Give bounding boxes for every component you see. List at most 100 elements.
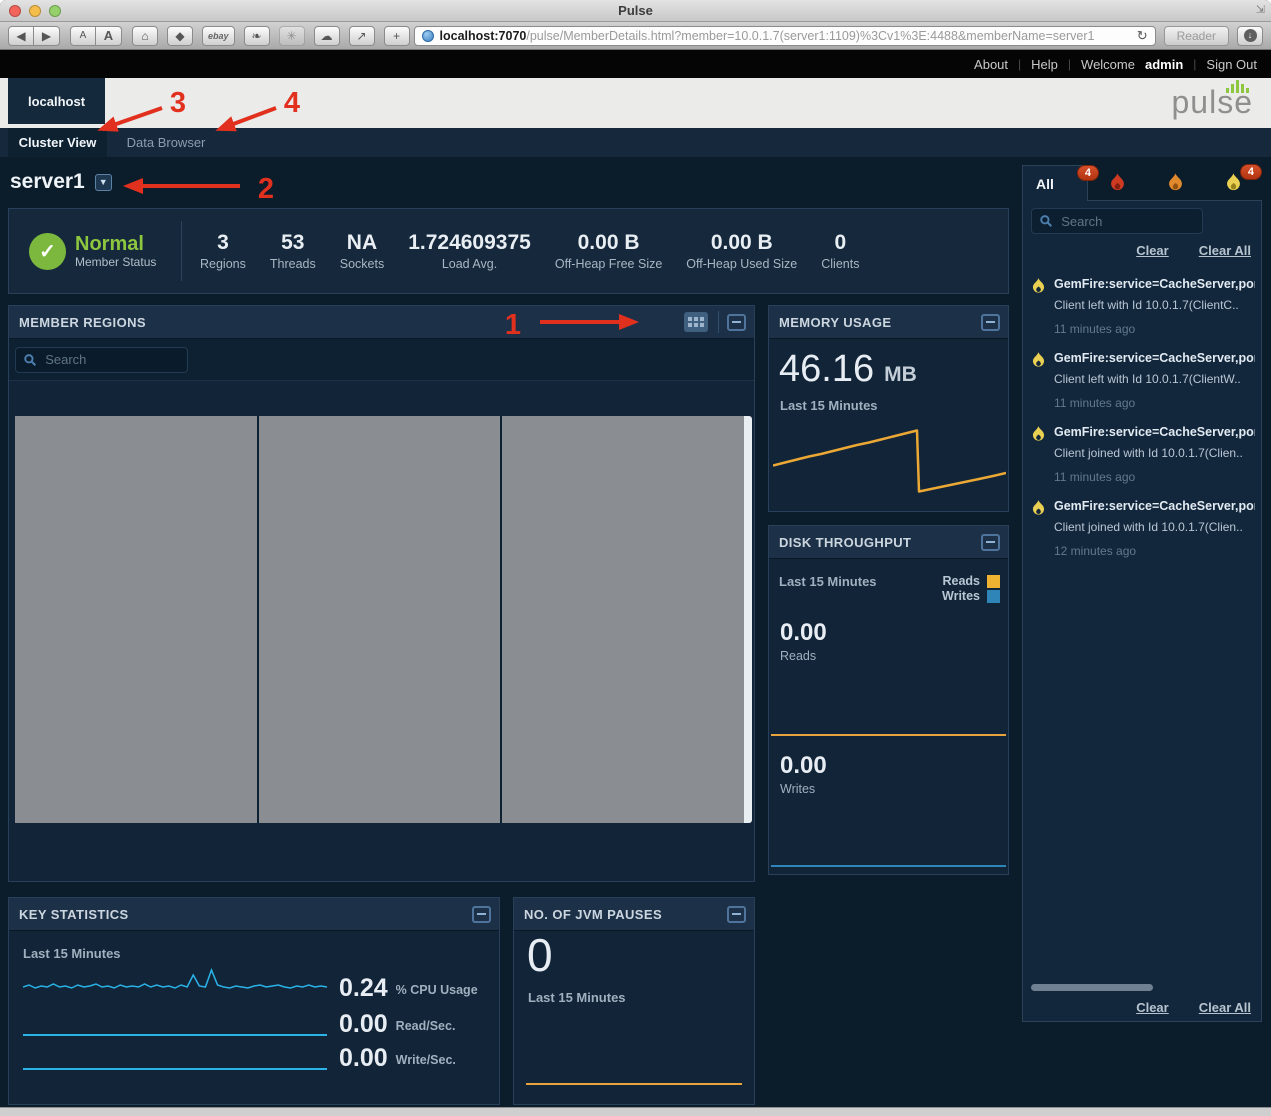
search-icon xyxy=(24,353,36,367)
app-header: About | Help | Welcome admin | Sign Out xyxy=(0,50,1271,78)
disk-writes-label: Writes xyxy=(780,782,827,796)
notification-tabs: All 4 4 xyxy=(1022,165,1262,201)
font-larger-button[interactable]: A xyxy=(96,26,122,46)
evernote-icon: ❧ xyxy=(251,29,261,43)
reads-per-sec-label: Read/Sec. xyxy=(396,1019,456,1033)
snagit-button[interactable]: ✳ xyxy=(279,26,305,46)
clear-link-bottom[interactable]: Clear xyxy=(1136,1000,1169,1015)
window-resize-icon: ⇲ xyxy=(1256,3,1265,16)
key-statistics-panel: KEY STATISTICS Last 15 Minutes 0.24 % CP… xyxy=(8,897,500,1105)
notification-item[interactable]: GemFire:service=CacheServer,port=404 Clie… xyxy=(1023,271,1261,345)
key-statistics-title: KEY STATISTICS xyxy=(19,907,472,922)
collapse-disk-throughput-button[interactable] xyxy=(981,534,1000,551)
icloud-button[interactable]: ☁ xyxy=(314,26,340,46)
writes-legend-swatch xyxy=(987,590,1000,603)
pulse-logo-bars-icon xyxy=(1226,80,1249,93)
status-check-icon: ✓ xyxy=(29,233,66,270)
jvm-pauses-subtitle: Last 15 Minutes xyxy=(528,990,626,1005)
disk-writes-block: 0.00 Writes xyxy=(780,752,827,796)
jvm-pauses-value: 0 xyxy=(527,928,553,982)
notification-list: GemFire:service=CacheServer,port=404 Clie… xyxy=(1023,271,1261,567)
notification-message: Client left with Id 10.0.1.7(ClientC.. xyxy=(1054,298,1255,312)
member-dropdown-button[interactable]: ▼ xyxy=(95,174,112,191)
help-link[interactable]: Help xyxy=(1031,57,1058,72)
legend-writes-label: Writes xyxy=(942,589,980,603)
sign-out-link[interactable]: Sign Out xyxy=(1206,57,1257,72)
url-host: localhost:7070 xyxy=(440,29,527,43)
reader-button[interactable]: Reader xyxy=(1164,26,1229,46)
host-tab-localhost[interactable]: localhost xyxy=(8,78,105,124)
reload-icon[interactable]: ↻ xyxy=(1137,28,1148,44)
severe-flame-icon xyxy=(1110,173,1125,192)
member-regions-panel: MEMBER REGIONS xyxy=(8,305,755,882)
grid-view-button[interactable] xyxy=(684,312,708,332)
memory-usage-chart xyxy=(773,418,1006,506)
cpu-usage-label: % CPU Usage xyxy=(396,983,478,997)
notification-item[interactable]: GemFire:service=CacheServer,port=404Clie… xyxy=(1023,419,1261,493)
jvm-pauses-title: NO. OF JVM PAUSES xyxy=(524,907,727,922)
writes-per-sec-value: 0.00 xyxy=(339,1046,388,1070)
tab-severe-notifications[interactable] xyxy=(1088,165,1146,201)
forward-icon: ▶ xyxy=(42,29,51,43)
new-tab-button[interactable]: + xyxy=(384,26,410,46)
site-favicon-globe-icon xyxy=(422,30,434,42)
separator: | xyxy=(1068,57,1071,71)
collapse-member-regions-button[interactable] xyxy=(727,314,746,331)
writes-per-sec-label: Write/Sec. xyxy=(396,1053,456,1067)
tab-cluster-view[interactable]: Cluster View xyxy=(8,128,107,157)
notification-title: GemFire:service=CacheServer,port=404 xyxy=(1054,277,1255,291)
region-block[interactable] xyxy=(259,416,501,823)
notification-item[interactable]: GemFire:service=CacheServer,port=404Clie… xyxy=(1023,493,1261,567)
window-titlebar: Pulse ⇲ xyxy=(0,0,1271,22)
jvm-pauses-panel: NO. OF JVM PAUSES 0 Last 15 Minutes xyxy=(513,897,755,1105)
cpu-usage-sparkline xyxy=(23,965,327,1000)
disk-reads-value: 0.00 xyxy=(780,619,827,647)
bookmarks-button[interactable]: ◆ xyxy=(167,26,193,46)
region-block[interactable] xyxy=(502,416,744,823)
notifications-body: Clear Clear All GemFire:service=CacheSer… xyxy=(1022,201,1262,1022)
about-link[interactable]: About xyxy=(974,57,1008,72)
back-icon: ◀ xyxy=(16,29,25,43)
warning-flame-icon xyxy=(1032,278,1045,294)
notification-item[interactable]: GemFire:service=CacheServer,port=404Clie… xyxy=(1023,345,1261,419)
evernote-button[interactable]: ❧ xyxy=(244,26,270,46)
tab-warning-notifications[interactable]: 4 xyxy=(1204,165,1262,201)
collapse-key-statistics-button[interactable] xyxy=(472,906,491,923)
member-regions-search[interactable] xyxy=(15,347,188,373)
username-label: admin xyxy=(1145,57,1183,72)
share-button[interactable]: ↗ xyxy=(349,26,375,46)
ebay-button[interactable]: ebay xyxy=(202,26,235,46)
tab-error-notifications[interactable] xyxy=(1146,165,1204,201)
browser-window: Pulse ⇲ ◀ ▶ A A ⌂ ◆ ebay ❧ ✳ ☁ ↗ + local… xyxy=(0,0,1271,1116)
search-icon xyxy=(1040,214,1052,228)
tab-all-notifications[interactable]: All 4 xyxy=(1022,165,1088,201)
stat-sockets: NASockets xyxy=(328,231,396,271)
clear-all-link-bottom[interactable]: Clear All xyxy=(1199,1000,1251,1015)
back-button[interactable]: ◀ xyxy=(8,26,34,46)
tab-data-browser[interactable]: Data Browser xyxy=(107,128,225,157)
notification-title: GemFire:service=CacheServer,port=404 xyxy=(1054,351,1255,365)
memory-usage-title: MEMORY USAGE xyxy=(779,315,981,330)
disk-writes-value: 0.00 xyxy=(780,752,827,780)
notifications-scrollbar[interactable] xyxy=(1031,984,1153,991)
collapse-memory-usage-button[interactable] xyxy=(981,314,1000,331)
member-status-bar: ✓ Normal Member Status 3Regions 53Thread… xyxy=(8,208,1009,294)
collapse-jvm-pauses-button[interactable] xyxy=(727,906,746,923)
notification-time: 11 minutes ago xyxy=(1054,396,1255,410)
notification-time: 11 minutes ago xyxy=(1054,470,1255,484)
stat-offheap-used: 0.00 BOff-Heap Used Size xyxy=(674,231,809,271)
forward-button[interactable]: ▶ xyxy=(34,26,60,46)
downloads-button[interactable]: ↓ xyxy=(1237,26,1263,46)
member-regions-search-input[interactable] xyxy=(43,351,179,368)
notifications-search[interactable] xyxy=(1031,208,1203,234)
clear-link[interactable]: Clear xyxy=(1136,243,1169,258)
notifications-search-input[interactable] xyxy=(1059,213,1194,230)
reads-per-sec-value: 0.00 xyxy=(339,1012,388,1036)
url-field[interactable]: localhost:7070 /pulse/MemberDetails.html… xyxy=(414,26,1156,46)
region-block[interactable] xyxy=(15,416,257,823)
home-button[interactable]: ⌂ xyxy=(132,26,158,46)
home-icon: ⌂ xyxy=(141,29,148,43)
notifications-sidebar: All 4 4 Cle xyxy=(1022,165,1262,1022)
font-smaller-button[interactable]: A xyxy=(70,26,96,46)
clear-all-link[interactable]: Clear All xyxy=(1199,243,1251,258)
